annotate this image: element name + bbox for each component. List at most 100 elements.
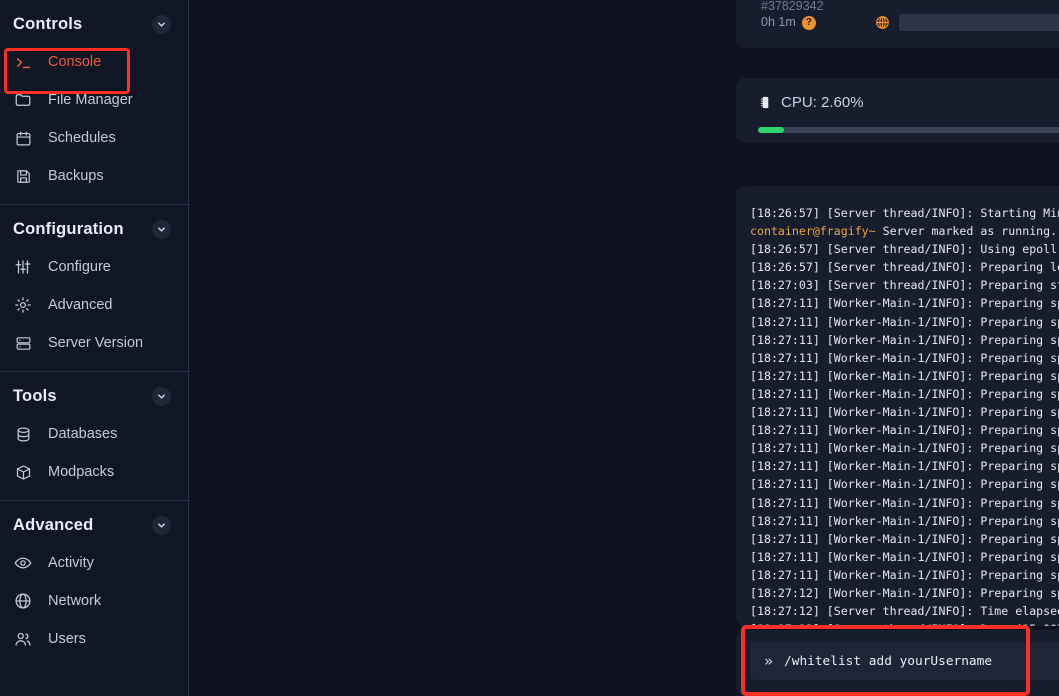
folder-icon (13, 90, 33, 110)
console-log-line: [18:26:57] [Server thread/INFO]: Prepari… (750, 260, 1059, 275)
sidebar-item-databases[interactable]: Databases (0, 415, 188, 453)
sidebar-section-advanced: Advanced Activity Network Users (0, 500, 188, 658)
sidebar-item-label: Configure (48, 259, 111, 275)
sidebar-item-backups[interactable]: Backups (0, 157, 188, 195)
sidebar-item-label: Server Version (48, 335, 144, 351)
sidebar-item-advanced-config[interactable]: Advanced (0, 286, 188, 324)
sidebar-item-network[interactable]: Network (0, 582, 188, 620)
console-log-line: [18:27:03] [Server thread/INFO]: Prepari… (750, 278, 1059, 293)
redacted-server-address (898, 14, 1059, 31)
console-log-line: [18:27:11] [Worker-Main-1/INFO]: Prepari… (750, 332, 1059, 347)
sidebar-item-console[interactable]: Console (0, 43, 188, 81)
calendar-icon (13, 128, 33, 148)
sidebar-item-schedules[interactable]: Schedules (0, 119, 188, 157)
console-log-line: [18:27:11] [Worker-Main-1/INFO]: Prepari… (750, 513, 1059, 528)
console-log-line: [18:27:11] [Worker-Main-1/INFO]: Prepari… (750, 296, 1059, 311)
command-input-value: /whitelist add yourUsername (784, 653, 993, 669)
uptime-value: 0h 1m (761, 15, 796, 29)
console-log-line: container@fragify~ Server marked as runn… (750, 222, 1059, 240)
sidebar-item-label: File Manager (48, 92, 133, 108)
server-stats-card: #37829342 0h 1m ? (736, 0, 1059, 48)
console-log-line: [18:27:11] [Worker-Main-1/INFO]: Prepari… (750, 549, 1059, 564)
users-icon (13, 629, 33, 649)
sidebar-section-header-configuration[interactable]: Configuration (0, 205, 188, 248)
console-container-marker: container@fragify~ (750, 224, 876, 239)
console-log-line: [18:27:12] [Worker-Main-1/INFO]: Prepari… (750, 585, 1059, 600)
cpu-usage-card: CPU: 2.60% (736, 78, 1059, 143)
console-log-line: [18:27:11] [Worker-Main-1/INFO]: Prepari… (750, 567, 1059, 582)
command-bar-card: » /whitelist add yourUsername (736, 630, 1059, 696)
sidebar-item-label: Users (48, 631, 86, 647)
sidebar-nav: Controls Console File Manager Schedules … (0, 0, 189, 696)
chevron-down-icon[interactable] (152, 15, 171, 34)
save-disk-icon (13, 166, 33, 186)
console-log-line: [18:27:11] [Worker-Main-1/INFO]: Prepari… (750, 459, 1059, 474)
globe-icon (13, 591, 33, 611)
console-log-line: [18:27:12] [Server thread/INFO]: Done (1… (750, 620, 1059, 626)
sidebar-item-label: Advanced (48, 297, 113, 313)
sidebar-item-configure[interactable]: Configure (0, 248, 188, 286)
sidebar-item-file-manager[interactable]: File Manager (0, 81, 188, 119)
console-log-line: [18:27:11] [Worker-Main-1/INFO]: Prepari… (750, 477, 1059, 492)
sidebar-item-label: Databases (48, 426, 118, 442)
console-log-line: [18:27:11] [Worker-Main-1/INFO]: Prepari… (750, 314, 1059, 329)
status-badge: 0h 1m ? (761, 14, 824, 31)
uptime-block: #37829342 0h 1m ? (736, 0, 824, 32)
sidebar-section-title: Tools (13, 387, 57, 405)
chevron-down-icon[interactable] (152, 387, 171, 406)
sidebar-section-title: Controls (13, 15, 83, 33)
console-log-line: [18:27:12] [Server thread/INFO]: Time el… (750, 604, 1059, 619)
sidebar-section-title: Advanced (13, 516, 94, 534)
console-log-lines: [18:26:57] [Server thread/INFO]: Startin… (736, 186, 1059, 626)
globe-icon (875, 15, 890, 30)
sidebar-item-users[interactable]: Users (0, 620, 188, 658)
chevron-down-icon[interactable] (152, 220, 171, 239)
sidebar-section-configuration: Configuration Configure Advanced Server … (0, 204, 188, 362)
terminal-prompt-icon (13, 52, 33, 72)
sidebar-section-title: Configuration (13, 220, 124, 238)
console-log-line: [18:27:11] [Worker-Main-1/INFO]: Prepari… (750, 441, 1059, 456)
command-input[interactable]: » /whitelist add yourUsername (750, 642, 1059, 680)
console-log-card[interactable]: [18:26:57] [Server thread/INFO]: Startin… (736, 186, 1059, 626)
database-icon (13, 424, 33, 444)
sidebar-item-server-version[interactable]: Server Version (0, 324, 188, 362)
sliders-icon (13, 257, 33, 277)
sidebar-section-header-controls[interactable]: Controls (0, 0, 188, 43)
sidebar-section-header-tools[interactable]: Tools (0, 372, 188, 415)
sidebar-section-tools: Tools Databases Modpacks (0, 371, 188, 491)
package-icon (13, 462, 33, 482)
console-log-line: [18:27:11] [Worker-Main-1/INFO]: Prepari… (750, 405, 1059, 420)
sidebar-section-header-advanced[interactable]: Advanced (0, 501, 188, 544)
cpu-chip-icon (758, 95, 773, 110)
console-log-line: [18:27:11] [Worker-Main-1/INFO]: Prepari… (750, 368, 1059, 383)
server-icon (13, 333, 33, 353)
fragify-server-console-page: Controls Console File Manager Schedules … (0, 0, 1059, 696)
server-address-block[interactable] (875, 14, 1059, 32)
cpu-progress-fill (758, 127, 784, 133)
sidebar-item-activity[interactable]: Activity (0, 544, 188, 582)
sidebar-item-modpacks[interactable]: Modpacks (0, 453, 188, 491)
console-log-line: [18:26:57] [Server thread/INFO]: Startin… (750, 206, 1059, 220)
sidebar-section-controls: Controls Console File Manager Schedules … (0, 0, 188, 195)
sidebar-item-label: Backups (48, 168, 104, 184)
console-log-line: [18:26:57] [Server thread/INFO]: Using e… (750, 242, 1058, 257)
console-log-line: [18:27:11] [Worker-Main-1/INFO]: Prepari… (750, 495, 1059, 510)
help-icon[interactable]: ? (801, 15, 816, 30)
console-log-line: [18:27:11] [Worker-Main-1/INFO]: Prepari… (750, 423, 1059, 438)
cpu-progress-track (758, 127, 1059, 133)
gear-icon (13, 295, 33, 315)
sidebar-item-label: Modpacks (48, 464, 115, 480)
console-log-text: Server marked as running... (875, 224, 1059, 239)
cpu-label: CPU: 2.60% (781, 94, 864, 111)
sidebar-item-label: Network (48, 593, 102, 609)
sidebar-item-label: Console (48, 54, 102, 70)
sidebar-item-label: Schedules (48, 130, 116, 146)
eye-icon (13, 553, 33, 573)
chevron-down-icon[interactable] (152, 516, 171, 535)
main-content: #37829342 0h 1m ? CPU: 2.60% [18:26:57] … (189, 0, 1059, 696)
chevron-double-right-icon: » (764, 651, 774, 670)
console-log-line: [18:27:11] [Worker-Main-1/INFO]: Prepari… (750, 386, 1059, 401)
sidebar-item-label: Activity (48, 555, 94, 571)
console-log-line: [18:27:11] [Worker-Main-1/INFO]: Prepari… (750, 531, 1059, 546)
console-log-line: [18:27:11] [Worker-Main-1/INFO]: Prepari… (750, 350, 1059, 365)
